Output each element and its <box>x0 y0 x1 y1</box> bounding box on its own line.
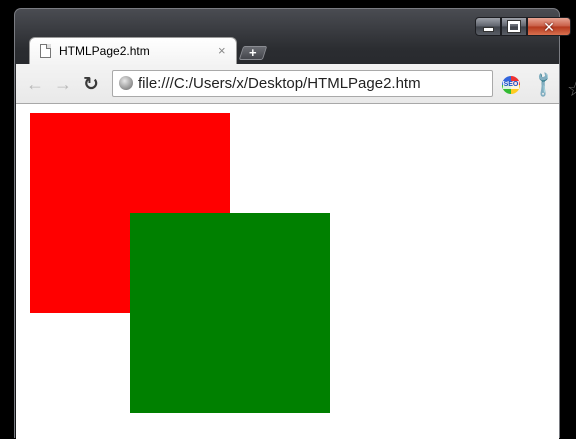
globe-icon <box>119 76 133 90</box>
forward-button[interactable]: → <box>52 73 74 95</box>
reload-button[interactable]: ↻ <box>80 73 102 95</box>
page-viewport <box>16 104 559 439</box>
address-bar[interactable]: file:///C:/Users/x/Desktop/HTMLPage2.htm… <box>112 70 576 100</box>
seo-badge-label: SEO <box>502 81 520 89</box>
close-icon: ✕ <box>543 18 555 35</box>
back-button[interactable]: ← <box>24 73 46 95</box>
window-caption-buttons: ✕ <box>475 17 571 36</box>
desktop-background: ✕ HTMLPage2.htm × + ← → ↻ file:///C:/Use… <box>0 0 576 439</box>
minimize-icon <box>482 27 494 32</box>
plus-icon: + <box>249 45 257 60</box>
green-square <box>130 213 330 413</box>
browser-toolbar: ← → ↻ file:///C:/Users/x/Desktop/HTMLPag… <box>16 64 576 104</box>
new-tab-button[interactable]: + <box>238 45 268 60</box>
bookmark-star-icon[interactable]: ☆ <box>567 80 576 100</box>
wrench-icon[interactable]: 🔧 <box>528 69 559 100</box>
browser-tab[interactable]: HTMLPage2.htm × <box>29 37 237 65</box>
browser-window: ✕ HTMLPage2.htm × + ← → ↻ file:///C:/Use… <box>14 8 576 439</box>
close-window-button[interactable]: ✕ <box>527 17 571 36</box>
tab-close-button[interactable]: × <box>218 43 226 58</box>
maximize-icon <box>507 20 521 33</box>
document-icon <box>40 44 51 58</box>
seo-extension-icon[interactable]: SEO <box>502 76 520 94</box>
maximize-button[interactable] <box>501 17 527 36</box>
tab-title: HTMLPage2.htm <box>59 44 150 58</box>
minimize-button[interactable] <box>475 17 501 36</box>
url-text[interactable]: file:///C:/Users/x/Desktop/HTMLPage2.htm <box>138 75 421 92</box>
